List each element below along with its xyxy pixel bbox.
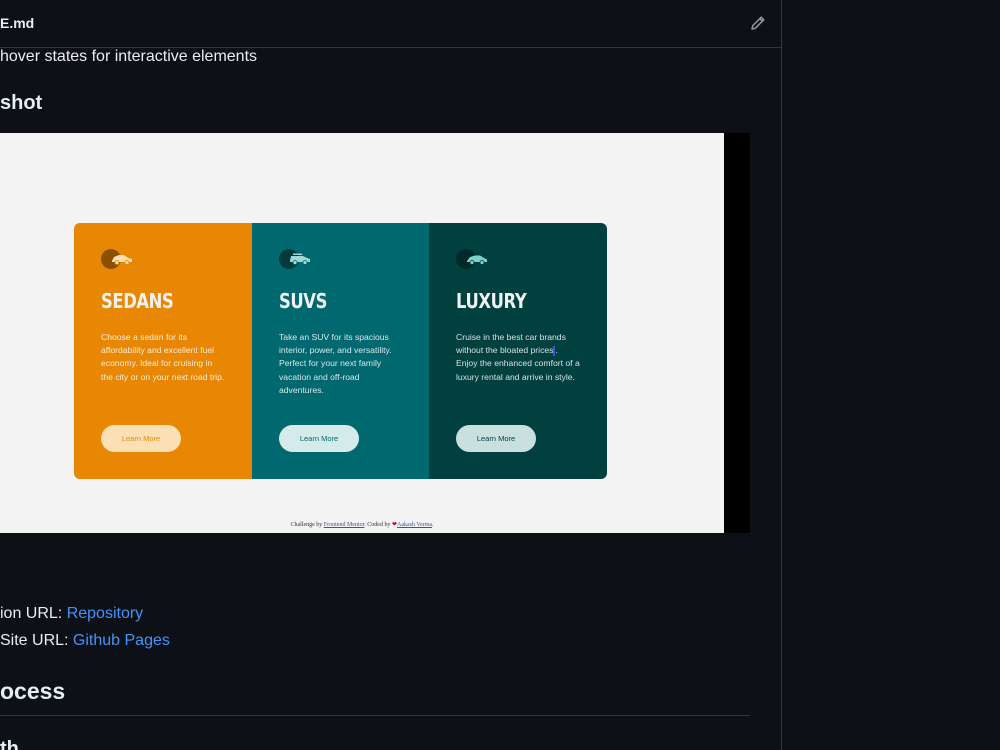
process-heading: ocess — [0, 678, 66, 704]
attribution-prefix: Challenge by — [290, 522, 324, 528]
live-site-url-line: Site URL: Github Pages — [0, 632, 170, 650]
card-title: SEDANS — [101, 289, 174, 313]
car-cards: SEDANS Choose a sedan for its affordabil… — [74, 223, 607, 479]
solution-url-line: ion URL: Repository — [0, 605, 143, 623]
screenshot-black-edge — [724, 133, 750, 533]
card-text-part: Cruise in the best car brands without th… — [456, 332, 566, 356]
luxury-car-icon — [456, 249, 490, 271]
file-header: E.md — [0, 0, 781, 48]
card-luxury: LUXURY Cruise in the best car brands wit… — [429, 223, 607, 479]
card-suvs: SUVS Take an SUV for its spacious interi… — [252, 223, 429, 479]
learn-more-button[interactable]: Learn More — [279, 425, 359, 452]
frontend-mentor-link[interactable]: Frontend Mentor — [324, 522, 365, 528]
repository-link[interactable]: Repository — [67, 605, 143, 622]
card-text: Choose a sedan for its affordability and… — [101, 332, 225, 382]
screenshot-image: SEDANS Choose a sedan for its affordabil… — [0, 133, 750, 533]
pencil-edit-icon[interactable] — [748, 13, 768, 33]
subheading: th — [0, 738, 19, 750]
card-title: SUVS — [279, 289, 327, 313]
attribution-middle: . Coded by — [364, 522, 392, 528]
attribution-suffix: . — [432, 522, 434, 528]
heading-divider — [0, 715, 750, 716]
live-site-url-label: Site URL: — [0, 632, 73, 649]
author-link[interactable]: Aakash Verma — [397, 522, 432, 528]
sedan-car-icon — [101, 249, 135, 271]
github-pages-link[interactable]: Github Pages — [73, 632, 170, 649]
card-text: Cruise in the best car brands without th… — [456, 331, 580, 384]
learn-more-button[interactable]: Learn More — [101, 425, 181, 452]
card-sedans: SEDANS Choose a sedan for its affordabil… — [74, 223, 252, 479]
solution-url-label: ion URL: — [0, 605, 67, 622]
screenshot-heading: shot — [0, 92, 43, 114]
suv-car-icon — [279, 249, 313, 271]
card-title: LUXURY — [456, 289, 527, 313]
file-name: E.md — [0, 15, 35, 31]
learn-more-button[interactable]: Learn More — [456, 425, 536, 452]
attribution: Challenge by Frontend Mentor. Coded by ❤… — [0, 521, 724, 528]
readme-panel: E.md hover states for interactive elemen… — [0, 0, 781, 750]
feature-list-item: hover states for interactive elements — [0, 48, 258, 65]
right-sidebar — [781, 0, 1000, 750]
card-text: Take an SUV for its spacious interior, p… — [279, 332, 392, 395]
